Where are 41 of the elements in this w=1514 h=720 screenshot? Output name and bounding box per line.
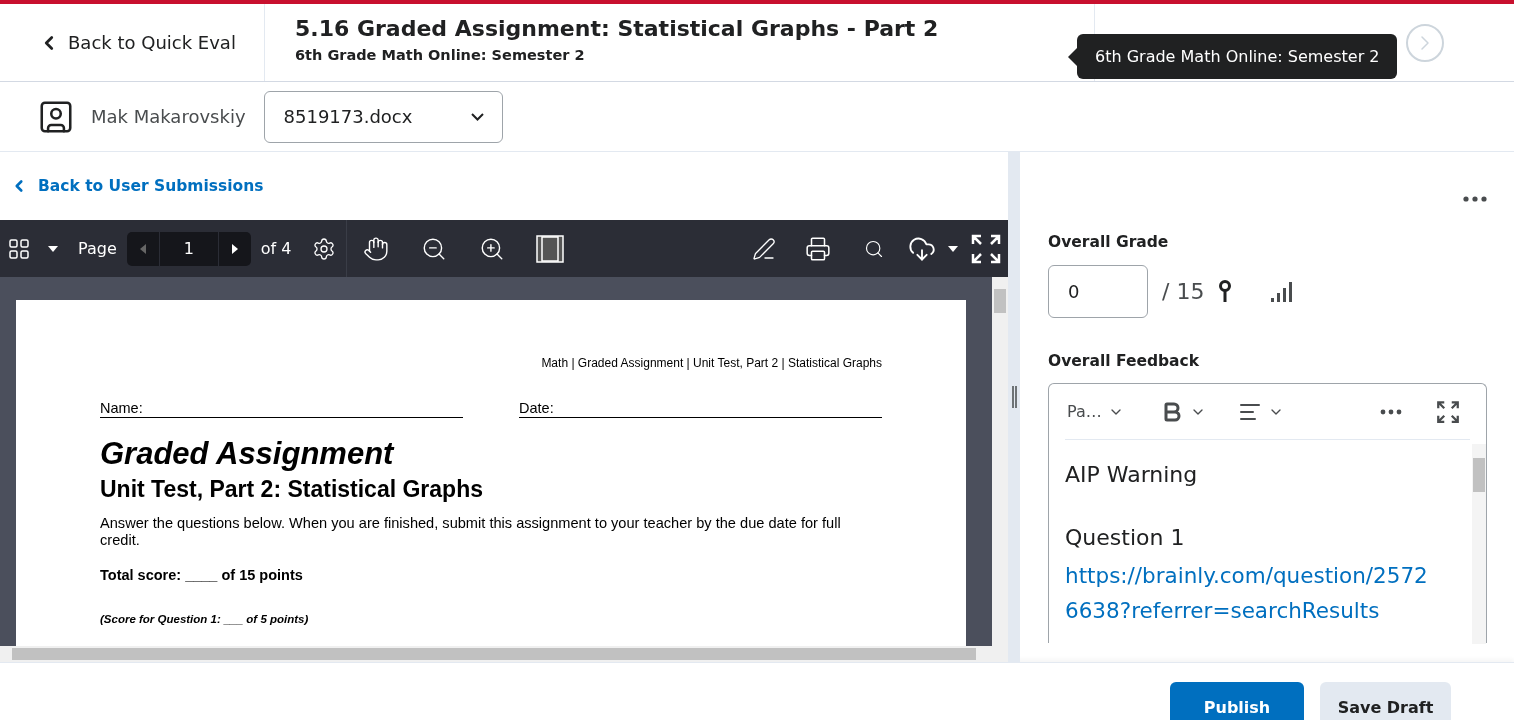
feedback-label: Overall Feedback bbox=[1048, 352, 1201, 370]
fullscreen-button[interactable] bbox=[1436, 399, 1460, 424]
publish-button[interactable]: Publish bbox=[1170, 682, 1304, 720]
tooltip-pointer bbox=[1068, 47, 1077, 66]
fullscreen-icon bbox=[1436, 399, 1460, 424]
more-icon bbox=[1380, 408, 1402, 415]
more-button[interactable] bbox=[1380, 408, 1402, 415]
user-name: Mak Makarovskiy bbox=[91, 106, 246, 127]
date-line: Date: bbox=[519, 400, 882, 418]
scrollbar[interactable] bbox=[992, 277, 1008, 646]
back-link[interactable]: Back to Quick Eval bbox=[38, 31, 236, 54]
grade-max: / 15 bbox=[1162, 279, 1205, 304]
feedback-editor[interactable]: Pa… AIP Warning Question 1 https://brainly.com/question/25726638?referrer=searchResults bbox=[1048, 383, 1487, 643]
save-draft-button[interactable]: Save Draft bbox=[1320, 682, 1451, 720]
name-line: Name: bbox=[100, 400, 463, 418]
file-select[interactable]: 8519173.docx bbox=[263, 90, 503, 143]
more-icon bbox=[1463, 196, 1487, 202]
document-subtitle: Unit Test, Part 2: Statistical Graphs bbox=[100, 476, 484, 503]
document-header: Math | Graded Assignment | Unit Test, Part 2 | Statistical Graphs bbox=[540, 356, 882, 370]
signal-bars-icon bbox=[1270, 279, 1295, 304]
scrollbar[interactable] bbox=[1472, 444, 1486, 644]
resize-handle[interactable] bbox=[1011, 386, 1017, 408]
course-name: 6th Grade Math Online: Semester 2 bbox=[295, 47, 586, 63]
feedback-link[interactable]: https://brainly.com/question/25726638?referrer=searchResults bbox=[1065, 558, 1437, 628]
key-icon bbox=[1218, 279, 1233, 304]
page-label: Page bbox=[78, 239, 117, 258]
page-total: of 4 bbox=[260, 239, 292, 258]
document-title: Graded Assignment bbox=[100, 436, 396, 472]
grade-label: Overall Grade bbox=[1048, 233, 1170, 251]
back-link[interactable]: Back to User Submissions bbox=[10, 177, 264, 195]
tooltip: 6th Grade Math Online: Semester 2 bbox=[1077, 34, 1398, 79]
feedback-text: AIP Warning bbox=[1065, 462, 1199, 487]
grade-field[interactable]: 0 bbox=[1048, 265, 1148, 318]
assignment-title: 5.16 Graded Assignment: Statistical Graphs - Part 2 bbox=[295, 16, 940, 41]
chevron-down-icon bbox=[470, 112, 484, 121]
total-score: Total score: ____ of 15 points bbox=[100, 566, 304, 583]
question-score: (Score for Question 1: ___ of 5 points) bbox=[100, 612, 310, 625]
feedback-text: Question 1 bbox=[1065, 525, 1186, 550]
instructions: Answer the questions below. When you are finished, submit this assignment to your teacher by the due date for full credit. bbox=[100, 515, 842, 549]
scrollbar[interactable] bbox=[0, 646, 1008, 662]
format-dropdown[interactable]: Pa… bbox=[1067, 402, 1124, 421]
